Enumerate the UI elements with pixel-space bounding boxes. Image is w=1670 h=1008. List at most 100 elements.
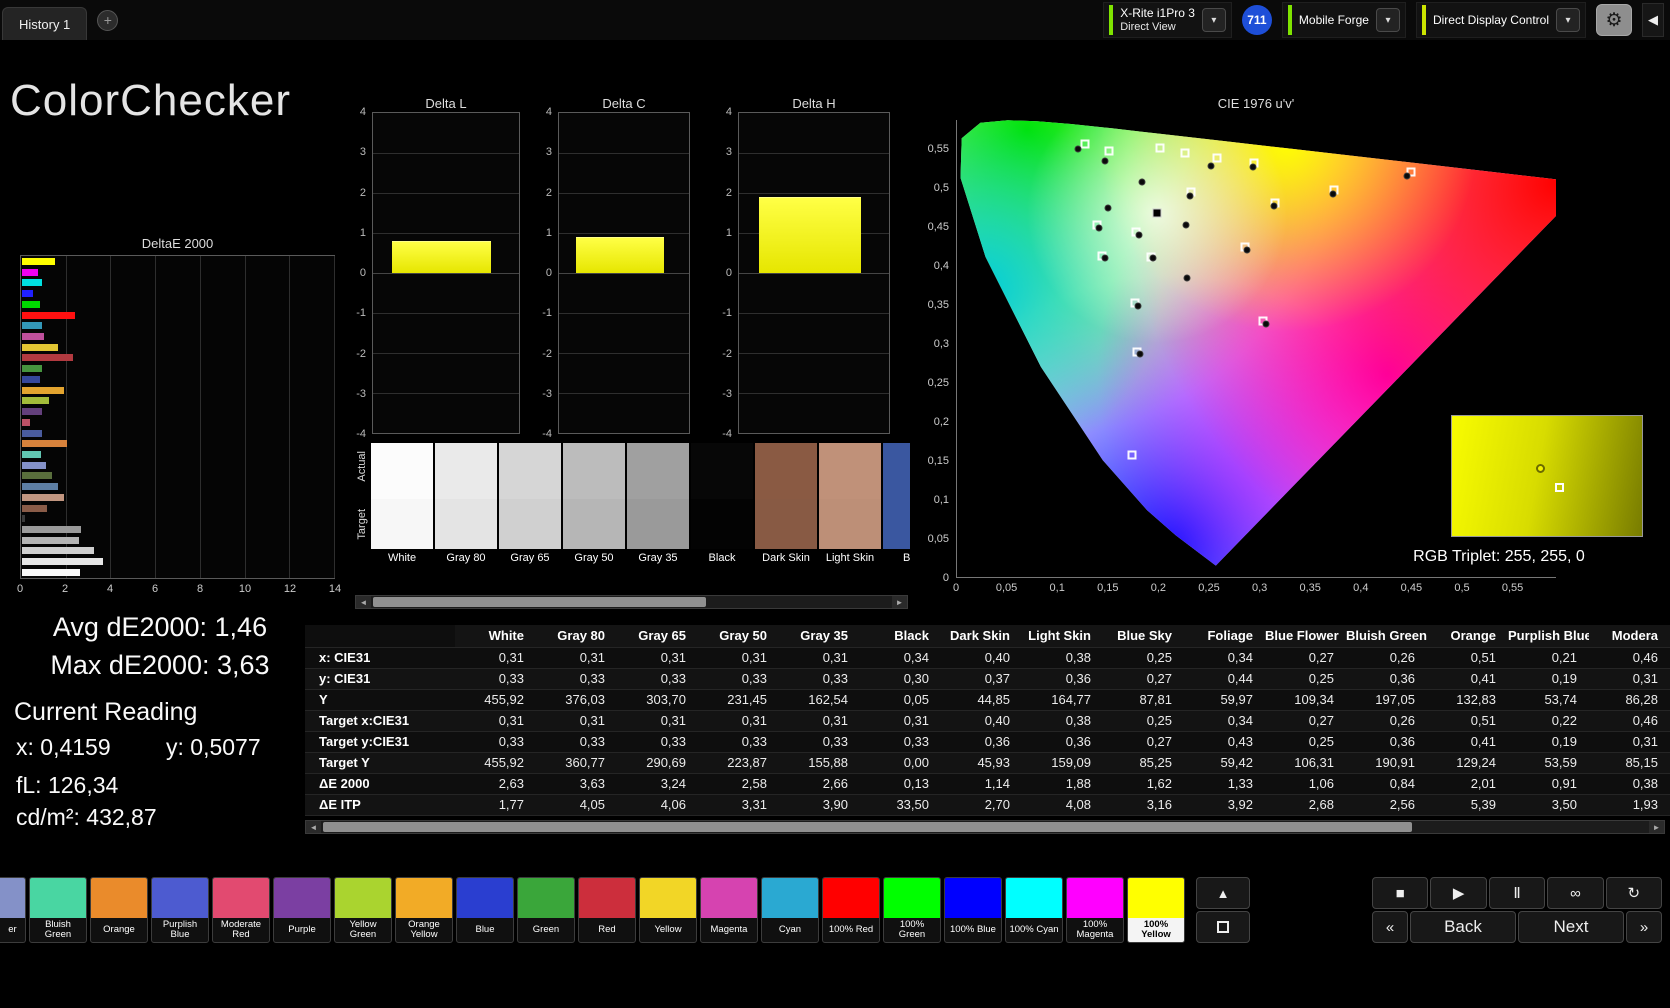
tab-history-1[interactable]: History 1 <box>2 7 88 40</box>
avg-de2000-value: Avg dE2000: 1,46 <box>52 612 268 642</box>
deltae-bar-row <box>22 311 333 319</box>
patch-button-100-yellow[interactable]: 100% Yellow <box>1127 877 1185 943</box>
patch-button-moderate-red[interactable]: Moderate Red <box>212 877 270 943</box>
cie-target-marker <box>1212 153 1222 163</box>
patch-button-cyan[interactable]: Cyan <box>761 877 819 943</box>
cie-measurement-marker <box>1138 178 1146 186</box>
table-cell: 376,03 <box>536 689 617 711</box>
table-cell: 0,36 <box>941 731 1022 753</box>
patch-button-magenta[interactable]: Magenta <box>700 877 758 943</box>
table-scrollbar[interactable]: ◄ ► <box>305 820 1665 834</box>
table-column-header-white: White <box>455 625 536 648</box>
settings-button[interactable]: ⚙ <box>1596 4 1632 36</box>
pattern-window-button[interactable] <box>1196 911 1250 943</box>
deltae-xtick-label: 2 <box>61 583 69 595</box>
table-cell: 0,38 <box>1022 647 1103 669</box>
display-control-dropdown[interactable]: Direct Display Control ▾ <box>1415 2 1586 38</box>
deltae-bar-row <box>22 558 333 566</box>
swatch-target <box>499 499 561 549</box>
add-tab-button[interactable]: + <box>97 9 119 31</box>
meter-chevron-button[interactable]: ▾ <box>1201 8 1226 32</box>
patch-button-red[interactable]: Red <box>578 877 636 943</box>
table-cell: 290,69 <box>617 752 698 774</box>
delta-ytick-label: -3 <box>722 387 732 400</box>
patch-button-100-red[interactable]: 100% Red <box>822 877 880 943</box>
pattern-source-dropdown[interactable]: Mobile Forge ▾ <box>1281 2 1406 38</box>
patch-button-100-cyan[interactable]: 100% Cyan <box>1005 877 1063 943</box>
delta-ytick-label: 1 <box>725 226 732 239</box>
patch-button-orange[interactable]: Orange <box>90 877 148 943</box>
table-cell: 85,25 <box>1103 752 1184 774</box>
scroll-track[interactable] <box>371 596 892 608</box>
swatch-actual <box>883 443 910 499</box>
deltae-bar-row <box>22 290 333 298</box>
scroll-right-button[interactable]: ► <box>1649 821 1664 833</box>
next-chevron-button[interactable]: » <box>1626 911 1662 943</box>
table-cell: 0,33 <box>617 731 698 753</box>
swatch-scrollbar[interactable]: ◄ ► <box>355 595 908 609</box>
refresh-button[interactable]: ↻ <box>1605 877 1663 909</box>
transport-icons: ■ ▶ Ⅱ ∞ ↻ <box>1372 877 1663 909</box>
patch-color-swatch <box>213 878 269 918</box>
stop-button[interactable]: ■ <box>1372 877 1429 909</box>
table-cell: 3,90 <box>779 794 860 816</box>
table-cell: 0,84 <box>1346 773 1427 795</box>
patch-label: 100% Yellow <box>1128 918 1184 942</box>
source-chevron-button[interactable]: ▾ <box>1375 8 1400 32</box>
loop-button[interactable]: ∞ <box>1547 877 1604 909</box>
play-button[interactable]: ▶ <box>1430 877 1487 909</box>
table-cell: 0,27 <box>1265 647 1346 669</box>
patch-button-blue[interactable]: Blue <box>456 877 514 943</box>
patch-button-100-magenta[interactable]: 100% Magenta <box>1066 877 1124 943</box>
table-cell: 59,42 <box>1184 752 1265 774</box>
cie-measurement-marker <box>1329 190 1337 198</box>
table-cell: 0,33 <box>536 731 617 753</box>
deltae-bar-row <box>22 568 333 576</box>
scroll-right-button[interactable]: ► <box>892 596 907 608</box>
patch-button-yellow-green[interactable]: Yellow Green <box>334 877 392 943</box>
patch-button-orange-yellow[interactable]: Orange Yellow <box>395 877 453 943</box>
patch-button-100-blue[interactable]: 100% Blue <box>944 877 1002 943</box>
table-cell: 0,34 <box>1184 710 1265 732</box>
collapse-patchbar-button[interactable]: ▲ <box>1196 877 1250 909</box>
patch-button-purplish-blue[interactable]: Purplish Blue <box>151 877 209 943</box>
delta-gridline <box>559 273 689 274</box>
scroll-left-button[interactable]: ◄ <box>356 596 371 608</box>
table-cell: 0,33 <box>860 731 941 753</box>
cie-measurement-marker <box>1403 172 1411 180</box>
patch-button-bluish-green[interactable]: Bluish Green <box>29 877 87 943</box>
deltae-bar-gray-80 <box>22 558 103 566</box>
meter-dropdown[interactable]: X-Rite i1Pro 3 Direct View ▾ <box>1103 2 1232 38</box>
swatch-label: Gray 65 <box>510 552 550 564</box>
patch-button-partial[interactable]: er <box>0 877 26 943</box>
patch-button-green[interactable]: Green <box>517 877 575 943</box>
back-button[interactable]: Back <box>1410 911 1516 943</box>
patch-button-100-green[interactable]: 100% Green <box>883 877 941 943</box>
display-chevron-button[interactable]: ▾ <box>1556 8 1580 32</box>
deltae-xticks: 0 2 4 6 8 10 12 14 <box>17 583 341 597</box>
patch-color-swatch <box>1128 878 1184 918</box>
cie-measurement-marker <box>1249 163 1256 171</box>
scroll-left-button[interactable]: ◄ <box>306 821 321 833</box>
patch-color-swatch <box>1006 878 1062 918</box>
scroll-track[interactable] <box>321 821 1649 833</box>
patch-label: Purplish Blue <box>162 918 198 940</box>
table-cell: 0,31 <box>1589 731 1670 753</box>
table-cell: 0,30 <box>860 668 941 690</box>
scroll-thumb[interactable] <box>373 597 707 607</box>
patch-button-yellow[interactable]: Yellow <box>639 877 697 943</box>
scroll-thumb[interactable] <box>323 822 1412 832</box>
back-chevron-button[interactable]: « <box>1372 911 1408 943</box>
table-cell: 1,33 <box>1184 773 1265 795</box>
pause-button[interactable]: Ⅱ <box>1488 877 1546 909</box>
collapse-panel-button[interactable]: ◀ <box>1642 3 1664 37</box>
patch-button-purple[interactable]: Purple <box>273 877 331 943</box>
table-cell: 0,27 <box>1265 710 1346 732</box>
table-cell: 0,31 <box>617 647 698 669</box>
table-cell: 33,50 <box>860 794 941 816</box>
inset-measurement-dot <box>1535 464 1545 473</box>
next-button[interactable]: Next <box>1518 911 1624 943</box>
stop-icon: ■ <box>1395 884 1405 902</box>
gear-icon: ⚙ <box>1605 9 1623 31</box>
table-cell: 0,46 <box>1589 710 1670 732</box>
